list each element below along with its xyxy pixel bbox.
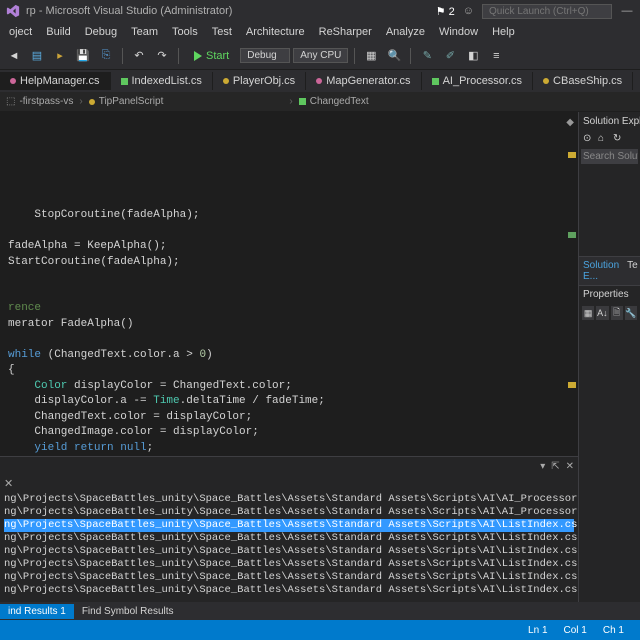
window-title: rp - Microsoft Visual Studio (Administra…	[26, 5, 436, 17]
solution-tab[interactable]: Solution E...	[579, 257, 623, 285]
open-icon[interactable]: ▸	[50, 46, 70, 66]
feedback-icon[interactable]: ☺	[463, 5, 474, 17]
tab-label: MapGenerator.cs	[326, 75, 410, 87]
solution-explorer-title: Solution Explorer	[579, 112, 640, 131]
pushpin-icon[interactable]: ⇱	[551, 461, 559, 472]
tab-label: AI_Processor.cs	[443, 75, 522, 87]
redo-icon[interactable]: ↷	[152, 46, 172, 66]
menu-build[interactable]: Build	[39, 24, 77, 40]
undo-icon[interactable]: ↶	[129, 46, 149, 66]
menu-help[interactable]: Help	[485, 24, 522, 40]
doc-tab[interactable]: AI_Processor.cs	[422, 72, 533, 90]
status-ch: Ch 1	[603, 625, 624, 636]
vs-logo-icon	[6, 4, 20, 18]
menu-architecture[interactable]: Architecture	[239, 24, 312, 40]
menu-test[interactable]: Test	[205, 24, 239, 40]
menu-debug[interactable]: Debug	[78, 24, 124, 40]
change-marker-icon	[568, 232, 576, 238]
crumb-class[interactable]: TipPanelScript	[83, 96, 170, 107]
refresh-icon[interactable]: ↻	[613, 133, 625, 145]
doc-tab[interactable]: MapGenerator.cs	[306, 72, 421, 90]
tab-label: HelpManager.cs	[20, 75, 100, 87]
pin-icon[interactable]: ▾	[540, 461, 545, 472]
find-symbol-tab[interactable]: Find Symbol Results	[74, 604, 182, 619]
crumb-assembly[interactable]: ⬚-firstpass-vs	[0, 96, 79, 107]
file-type-icon	[10, 78, 16, 84]
find-icon[interactable]: 🔍	[384, 46, 404, 66]
menu-window[interactable]: Window	[432, 24, 485, 40]
doc-tab[interactable]: IndexedList.cs	[111, 72, 213, 90]
home2-icon[interactable]: ⌂	[598, 133, 610, 145]
find-results-panel: ▾ ⇱ ✕ ✕ ng\Projects\SpaceBattles_unity\S…	[0, 456, 578, 602]
extra-1-icon[interactable]: ▦	[361, 46, 381, 66]
find-results-list[interactable]: ng\Projects\SpaceBattles_unity\Space_Bat…	[0, 491, 578, 602]
save-all-icon[interactable]: ⎘	[96, 46, 116, 66]
status-bar: Ln 1 Col 1 Ch 1	[0, 620, 640, 640]
close-icon[interactable]: ✕	[566, 461, 574, 472]
bottom-tabs: ind Results 1 Find Symbol Results	[0, 602, 640, 620]
quick-launch-input[interactable]	[482, 4, 612, 19]
breadcrumb-bar: ⬚-firstpass-vs › TipPanelScript › Change…	[0, 92, 640, 112]
minimize-icon[interactable]: —	[620, 5, 634, 17]
file-type-icon	[432, 78, 439, 85]
file-type-icon	[223, 78, 229, 84]
menu-resharper[interactable]: ReSharper	[312, 24, 379, 40]
uncomment-icon[interactable]: ✐	[440, 46, 460, 66]
scroll-mode-icon[interactable]: ◆	[566, 116, 574, 132]
doc-tabs: HelpManager.cs IndexedList.cs PlayerObj.cs…	[0, 70, 640, 92]
menu-tools[interactable]: Tools	[165, 24, 205, 40]
file-type-icon	[316, 78, 322, 84]
config-combo[interactable]: Debug	[240, 48, 290, 63]
change-marker-icon	[568, 152, 576, 158]
status-col: Col 1	[564, 625, 587, 636]
status-ln: Ln 1	[528, 625, 547, 636]
code-editor[interactable]: ◆ StopCoroutine(fadeAlpha); fadeAlpha = …	[0, 112, 578, 456]
comment-icon[interactable]: ✎	[417, 46, 437, 66]
new-icon[interactable]: ▤	[27, 46, 47, 66]
menu-team[interactable]: Team	[124, 24, 165, 40]
sort-icon[interactable]: A↓	[596, 306, 608, 320]
crumb-member[interactable]: ChangedText	[293, 96, 375, 107]
doc-tab[interactable]: CBaseShip.cs	[533, 72, 633, 90]
tab-label: IndexedList.cs	[132, 75, 202, 87]
solution-search-input[interactable]: Search Solution	[581, 149, 638, 164]
doc-tab[interactable]: PlayerObj.cs	[213, 72, 306, 90]
notification-flag-icon[interactable]: ⚑ 2	[436, 5, 455, 18]
close-icon[interactable]: ✕	[4, 477, 13, 490]
platform-combo[interactable]: Any CPU	[293, 48, 348, 63]
properties-title: Properties	[579, 285, 640, 303]
bookmark-icon[interactable]: ◧	[463, 46, 483, 66]
menu-bar: ojectBuildDebugTeamToolsTestArchitecture…	[0, 22, 640, 42]
team-tab[interactable]: Te	[623, 257, 640, 285]
prop-page-icon[interactable]: 🗎	[611, 306, 623, 320]
format-icon[interactable]: ≡	[486, 46, 506, 66]
tab-label: CBaseShip.cs	[553, 75, 622, 87]
wrench-icon[interactable]: 🔧	[625, 306, 637, 320]
tab-label: PlayerObj.cs	[233, 75, 295, 87]
doc-tab[interactable]: HelpManager.cs	[0, 72, 111, 90]
file-type-icon	[121, 78, 128, 85]
home-icon[interactable]: ⊙	[583, 133, 595, 145]
start-button[interactable]: Start	[185, 48, 237, 64]
file-type-icon	[543, 78, 549, 84]
menu-oject[interactable]: oject	[2, 24, 39, 40]
categorize-icon[interactable]: ▦	[582, 306, 594, 320]
doc-tab[interactable]: PlayerGUI.cs	[633, 72, 640, 90]
find-results-tab[interactable]: ind Results 1	[0, 604, 74, 619]
save-icon[interactable]: 💾	[73, 46, 93, 66]
nav-back-icon[interactable]: ◄	[4, 46, 24, 66]
toolbar: ◄ ▤ ▸ 💾 ⎘ ↶ ↷ Start Debug Any CPU ▦ 🔍 ✎ …	[0, 42, 640, 70]
menu-analyze[interactable]: Analyze	[379, 24, 432, 40]
change-marker-icon	[568, 382, 576, 388]
title-bar: rp - Microsoft Visual Studio (Administra…	[0, 0, 640, 22]
right-sidebar: Solution Explorer ⊙ ⌂ ↻ Search Solution …	[578, 112, 640, 602]
